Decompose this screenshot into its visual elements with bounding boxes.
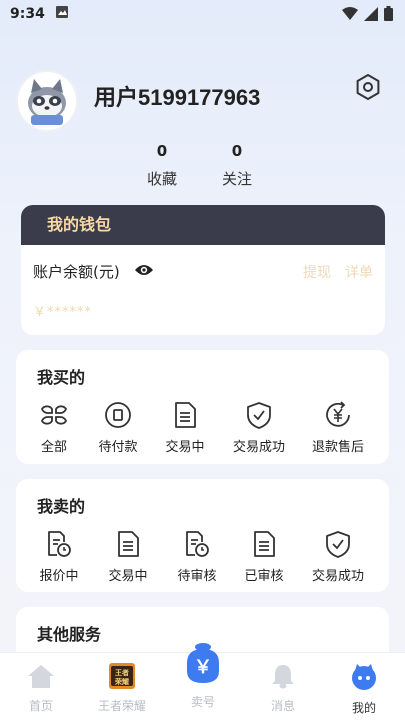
refund-icon <box>326 401 350 427</box>
sell-item-in-progress[interactable]: 交易中 <box>93 529 163 584</box>
buy-item-label: 待付款 <box>98 440 138 455</box>
shield-check-icon <box>247 402 271 429</box>
sell-bag-symbol: ￥ <box>194 657 212 678</box>
tab-label: 我的 <box>351 701 376 715</box>
document-clock-icon <box>48 531 71 557</box>
buy-section-title: 我买的 <box>37 368 86 387</box>
sell-item-reviewed[interactable]: 已审核 <box>229 529 299 584</box>
sell-bag-icon: ￥ <box>187 643 219 683</box>
buy-item-in-progress[interactable]: 交易中 <box>150 400 220 455</box>
document-icon <box>118 531 139 557</box>
tab-label: 消息 <box>270 699 295 713</box>
sell-item-pending-review[interactable]: 待审核 <box>162 529 232 584</box>
buy-item-refund[interactable]: 退款售后 <box>303 400 373 455</box>
buy-items: 全部 待付款 交易中 交易成功 退款售后 <box>16 400 389 464</box>
tab-label: 王者荣耀 <box>97 699 146 713</box>
sell-item-success[interactable]: 交易成功 <box>303 529 373 584</box>
wifi-icon <box>342 6 358 25</box>
eye-icon[interactable] <box>134 263 154 281</box>
sell-section-card: 我卖的 报价中 交易中 待审核 已审核 交易成功 <box>16 479 389 592</box>
stat-following[interactable]: 0 关注 <box>207 142 267 189</box>
raccoon-mascot-icon <box>28 79 66 125</box>
hexagon-settings-icon <box>356 74 380 100</box>
status-time: 9:34 <box>10 6 45 22</box>
details-link[interactable]: 详单 <box>345 262 373 282</box>
sell-item-label: 交易成功 <box>311 569 364 584</box>
status-bar: 9:34 <box>0 0 405 28</box>
sell-item-label: 报价中 <box>39 569 79 584</box>
sell-item-label: 交易中 <box>108 569 148 584</box>
buy-section-card: 我买的 全部 待付款 交易中 交易成功 退款售后 <box>16 350 389 464</box>
wallet-card: 我的钱包 账户余额(元) 提现 详单 ￥****** <box>21 205 385 335</box>
bell-icon <box>272 665 294 689</box>
wallet-links: 提现 详单 <box>303 262 373 282</box>
pending-payment-icon <box>105 402 131 428</box>
sell-section-title: 我卖的 <box>37 497 86 516</box>
following-count: 0 <box>231 142 243 160</box>
tab-label: 首页 <box>28 699 53 713</box>
signal-icon <box>364 6 378 25</box>
document-icon <box>175 402 196 428</box>
settings-button[interactable] <box>353 72 383 102</box>
other-services-title: 其他服务 <box>37 625 102 644</box>
profile-header: 用户5199177963 <box>16 70 391 132</box>
home-icon <box>28 665 54 688</box>
tab-label: 卖号 <box>190 695 215 709</box>
game-logo-icon: 王者 荣耀 <box>109 663 135 689</box>
sell-item-label: 已审核 <box>244 569 284 584</box>
profile-icon <box>352 664 376 690</box>
game-logo-text-bottom: 荣耀 <box>114 677 129 686</box>
grid-circles-icon <box>41 405 67 425</box>
following-label: 关注 <box>221 170 252 188</box>
favorites-label: 收藏 <box>146 170 177 188</box>
tab-home[interactable]: 首页 <box>6 663 76 714</box>
withdraw-link[interactable]: 提现 <box>303 262 331 282</box>
buy-item-label: 退款售后 <box>311 440 364 455</box>
buy-item-label: 全部 <box>40 440 67 455</box>
buy-item-label: 交易成功 <box>232 440 285 455</box>
favorites-count: 0 <box>156 142 168 160</box>
battery-icon <box>384 6 393 25</box>
game-logo-text-top: 王者 <box>115 668 129 677</box>
bottom-tab-bar: 首页 王者 荣耀 王者荣耀 ￥ 卖号 消息 我的 <box>0 643 405 720</box>
tab-messages[interactable]: 消息 <box>248 663 318 714</box>
balance-row: 账户余额(元) <box>33 261 154 282</box>
image-notification-icon <box>55 5 69 23</box>
buy-item-pending-payment[interactable]: 待付款 <box>83 400 153 455</box>
stat-favorites[interactable]: 0 收藏 <box>132 142 192 189</box>
tab-mine[interactable]: 我的 <box>329 663 399 716</box>
tab-sell-account[interactable]: ￥ 卖号 <box>179 641 227 710</box>
document-clock-icon <box>186 531 209 557</box>
username: 用户5199177963 <box>94 85 261 110</box>
shield-check-icon <box>326 531 350 558</box>
stats-row: 0 收藏 0 关注 <box>0 142 405 192</box>
avatar[interactable] <box>16 70 78 132</box>
document-icon <box>254 531 275 557</box>
buy-item-success[interactable]: 交易成功 <box>224 400 294 455</box>
buy-item-all[interactable]: 全部 <box>19 400 89 455</box>
sell-item-quoting[interactable]: 报价中 <box>24 529 94 584</box>
wallet-title: 我的钱包 <box>21 205 385 245</box>
sell-item-label: 待审核 <box>177 569 217 584</box>
balance-amount: ￥****** <box>33 305 93 320</box>
tab-honor-of-kings[interactable]: 王者 荣耀 王者荣耀 <box>87 663 157 714</box>
balance-label: 账户余额(元) <box>33 263 120 281</box>
buy-item-label: 交易中 <box>165 440 205 455</box>
sell-items: 报价中 交易中 待审核 已审核 交易成功 <box>16 529 389 593</box>
